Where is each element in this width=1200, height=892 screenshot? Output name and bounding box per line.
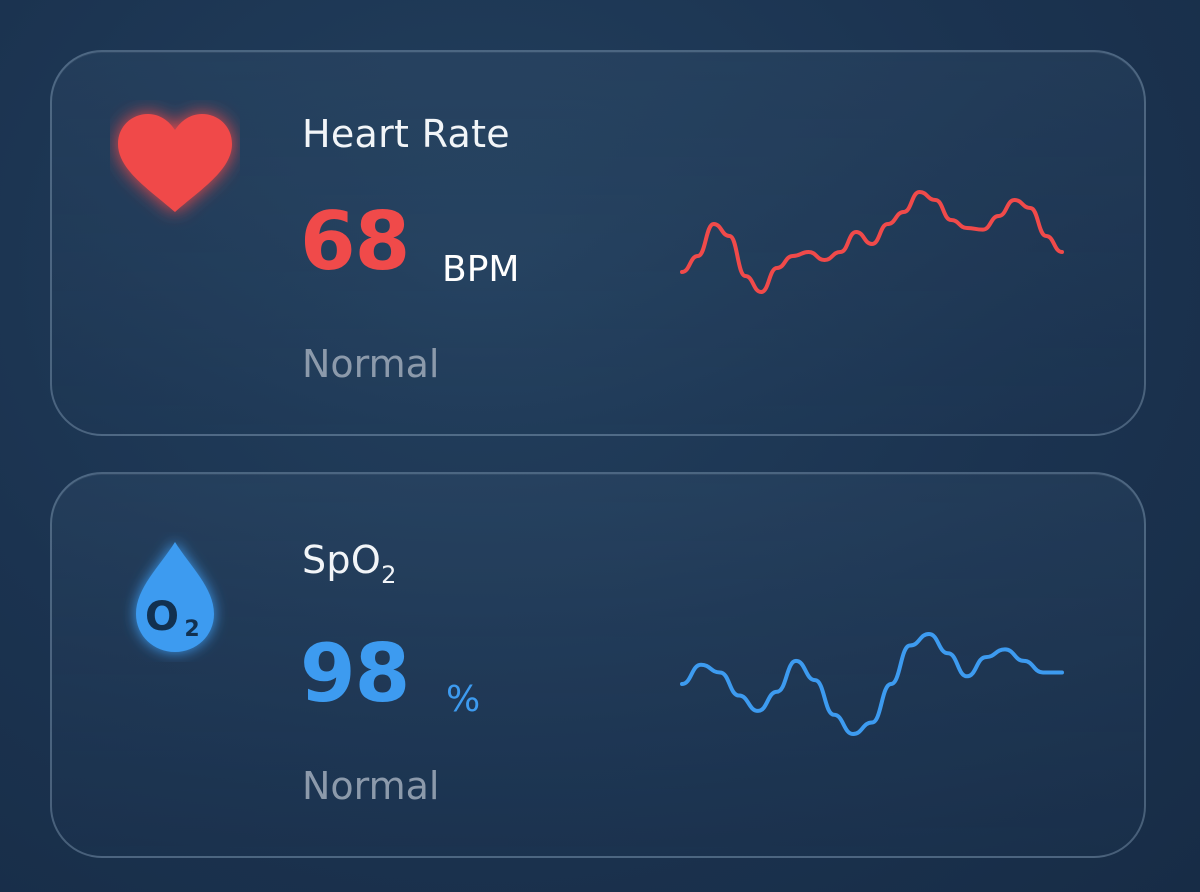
- metric-title: Heart Rate: [302, 112, 510, 156]
- metric-unit: %: [446, 679, 481, 720]
- oxygen-symbol-subscript: 2: [184, 617, 199, 642]
- heart-rate-sparkline: [680, 190, 1064, 294]
- heart-rate-card[interactable]: Heart Rate 68 BPM Normal: [50, 50, 1146, 436]
- status-label: Normal: [302, 764, 440, 808]
- spo2-trend-line: [680, 632, 1064, 736]
- metric-title-main: SpO: [302, 538, 382, 582]
- metric-value: 68: [300, 195, 410, 288]
- metric-unit: BPM: [442, 249, 520, 290]
- spo2-sparkline: [680, 632, 1064, 736]
- metric-title: SpO2: [302, 538, 397, 589]
- heart-icon: [110, 100, 240, 230]
- spo2-card[interactable]: O 2 SpO2 98 % Normal: [50, 472, 1146, 858]
- oxygen-symbol-label: O: [145, 594, 179, 640]
- heart-rate-trend-line: [680, 190, 1064, 294]
- metric-value: 98: [300, 627, 410, 720]
- status-label: Normal: [302, 342, 440, 386]
- metric-title-subscript: 2: [381, 561, 397, 589]
- oxygen-drop-icon: O 2: [110, 532, 240, 662]
